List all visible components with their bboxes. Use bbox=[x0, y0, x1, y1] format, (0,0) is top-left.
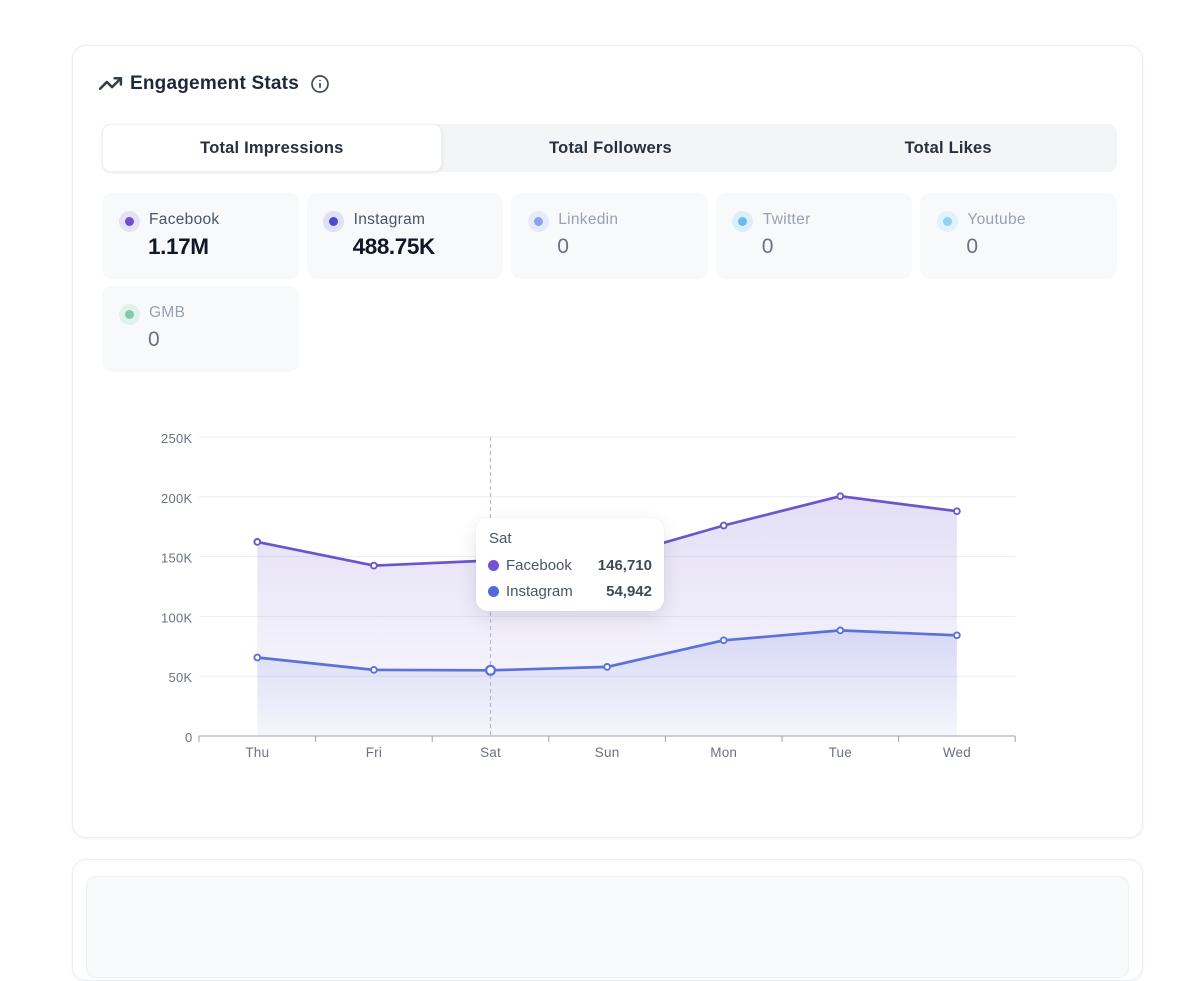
svg-text:Sun: Sun bbox=[595, 745, 620, 760]
svg-text:50K: 50K bbox=[168, 670, 192, 685]
svg-text:100K: 100K bbox=[161, 611, 193, 626]
svg-text:250K: 250K bbox=[161, 431, 193, 446]
svg-text:Mon: Mon bbox=[710, 745, 737, 760]
svg-text:Thu: Thu bbox=[245, 745, 269, 760]
svg-text:150K: 150K bbox=[161, 551, 193, 566]
svg-text:Fri: Fri bbox=[366, 745, 382, 760]
svg-text:0: 0 bbox=[185, 730, 193, 745]
svg-text:Tue: Tue bbox=[829, 745, 852, 760]
svg-text:200K: 200K bbox=[161, 491, 193, 506]
svg-text:Sat: Sat bbox=[480, 745, 501, 760]
svg-text:Wed: Wed bbox=[943, 745, 971, 760]
